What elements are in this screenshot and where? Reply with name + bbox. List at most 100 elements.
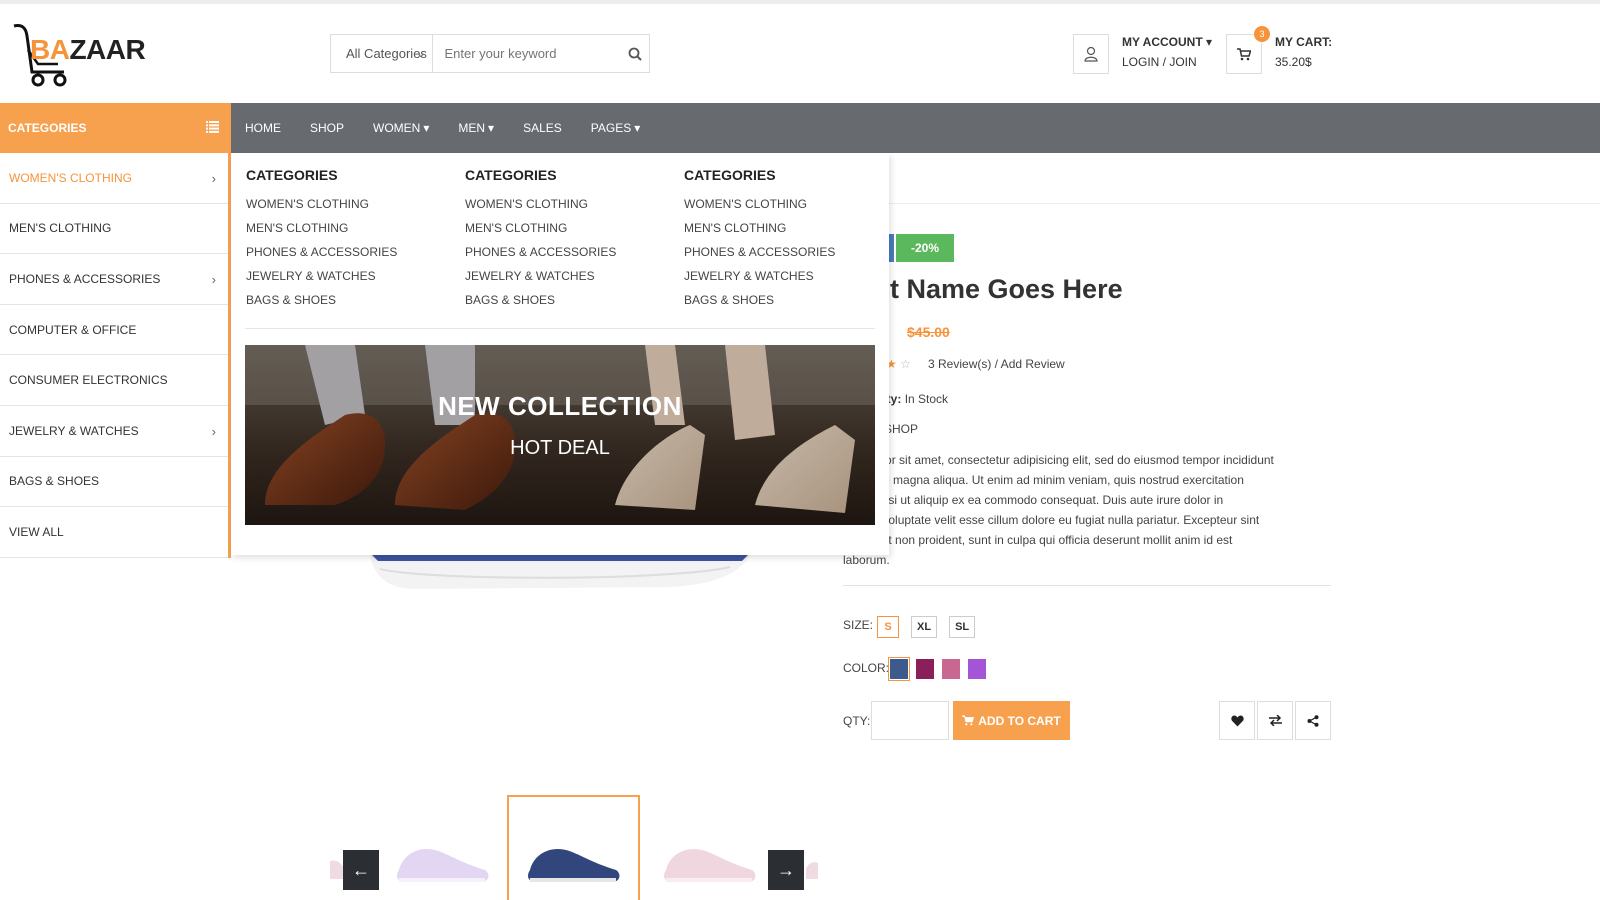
color-swatch-blue[interactable]: [888, 657, 910, 681]
size-option-sl[interactable]: SL: [949, 616, 976, 638]
color-options: [888, 657, 986, 681]
mega-menu-heading: CATEGORIES: [246, 167, 338, 183]
sidebar-item-bags-shoes[interactable]: BAGS & SHOES: [0, 457, 228, 508]
mega-menu-link[interactable]: BAGS & SHOES: [465, 293, 675, 317]
mega-menu-link[interactable]: MEN'S CLOTHING: [246, 221, 456, 245]
reviews-link[interactable]: 3 Review(s) / Add Review: [928, 357, 1065, 371]
mega-menu-column: CATEGORIES WOMEN'S CLOTHING MEN'S CLOTHI…: [246, 167, 456, 317]
nav-item-home[interactable]: HOME: [231, 121, 296, 135]
wishlist-button[interactable]: [1219, 701, 1255, 740]
nav-item-sales[interactable]: SALES: [509, 121, 577, 135]
arrow-left-icon: ←: [352, 859, 370, 880]
sidebar-item-womens-clothing[interactable]: WOMEN'S CLOTHING ›: [0, 153, 228, 204]
add-to-cart-button[interactable]: ADD TO CART: [953, 701, 1070, 740]
categories-toggle[interactable]: CATEGORIES: [0, 103, 231, 153]
mega-menu-link[interactable]: JEWELRY & WATCHES: [465, 269, 675, 293]
compare-button[interactable]: [1257, 701, 1293, 740]
divider: [245, 328, 875, 329]
account-button[interactable]: [1073, 34, 1109, 74]
top-border: [0, 0, 1600, 4]
size-option-s[interactable]: S: [877, 616, 899, 638]
mega-menu-column: CATEGORIES WOMEN'S CLOTHING MEN'S CLOTHI…: [684, 167, 894, 317]
product-thumbnail[interactable]: [660, 840, 760, 890]
mega-menu-link[interactable]: JEWELRY & WATCHES: [246, 269, 456, 293]
sidebar-item-computer-office[interactable]: COMPUTER & OFFICE: [0, 305, 228, 356]
mega-menu-link[interactable]: MEN'S CLOTHING: [465, 221, 675, 245]
divider: [843, 585, 1331, 586]
mega-menu-link[interactable]: WOMEN'S CLOTHING: [246, 197, 456, 221]
product-thumbnail[interactable]: [524, 840, 624, 890]
sidebar-item-jewelry-watches[interactable]: JEWELRY & WATCHES ›: [0, 406, 228, 457]
mega-menu-link[interactable]: BAGS & SHOES: [246, 293, 456, 317]
rating-stars: ★ ☆: [886, 357, 911, 371]
mega-menu-link[interactable]: PHONES & ACCESSORIES: [684, 245, 894, 269]
chevron-down-icon: ⌄: [416, 48, 426, 60]
mega-menu-link[interactable]: WOMEN'S CLOTHING: [465, 197, 675, 221]
mega-menu-link[interactable]: WOMEN'S CLOTHING: [684, 197, 894, 221]
chevron-right-icon: ›: [211, 272, 216, 288]
quantity-input[interactable]: [871, 701, 949, 740]
my-cart-label[interactable]: MY CART:: [1275, 35, 1332, 49]
cart-total: 35.20$: [1275, 55, 1312, 69]
thumbnail-partial: [806, 855, 818, 883]
mega-menu-link[interactable]: MEN'S CLOTHING: [684, 221, 894, 245]
banner-subtitle: HOT DEAL: [510, 437, 610, 459]
size-option-xl[interactable]: XL: [911, 616, 938, 638]
share-button[interactable]: [1295, 701, 1331, 740]
search-input[interactable]: [432, 35, 621, 72]
list-icon: [206, 121, 219, 133]
banner-title: NEW COLLECTION: [438, 391, 682, 421]
sidebar-item-view-all[interactable]: VIEW ALL: [0, 507, 228, 558]
caret-down-icon: ▾: [488, 121, 495, 135]
nav-item-men[interactable]: MEN ▾: [444, 121, 509, 135]
arrow-right-icon: →: [777, 859, 795, 880]
logo[interactable]: BAZAAR: [10, 20, 150, 90]
sidebar-item-mens-clothing[interactable]: MEN'S CLOTHING: [0, 204, 228, 255]
carousel-prev-button[interactable]: ←: [343, 850, 379, 890]
shoe-thumbnail-lavender: [397, 848, 489, 882]
cart-icon: [962, 715, 975, 726]
user-icon: [1084, 46, 1098, 62]
login-join-link[interactable]: LOGIN / JOIN: [1122, 55, 1197, 69]
mega-menu-link[interactable]: BAGS & SHOES: [684, 293, 894, 317]
mega-menu-column: CATEGORIES WOMEN'S CLOTHING MEN'S CLOTHI…: [465, 167, 675, 317]
shoes-photo: [245, 345, 875, 525]
nav-item-women[interactable]: WOMEN ▾: [359, 121, 444, 135]
product-description: sum dolor sit amet, consectetur adipisic…: [843, 453, 1274, 567]
heart-icon: [1230, 715, 1244, 726]
categories-sidebar: WOMEN'S CLOTHING › MEN'S CLOTHING PHONES …: [0, 153, 231, 558]
product-main-image[interactable]: [370, 555, 750, 595]
my-account-link[interactable]: MY ACCOUNT ▾: [1122, 35, 1212, 49]
new-collection-banner[interactable]: NEW COLLECTION HOT DEAL: [245, 345, 875, 525]
product-thumbnail[interactable]: [393, 840, 493, 890]
color-swatch-pink[interactable]: [942, 659, 960, 679]
mega-menu-heading: CATEGORIES: [684, 167, 776, 183]
nav-menu: HOME SHOP WOMEN ▾ MEN ▾ SALES PAGES ▾: [231, 103, 655, 153]
mega-menu-link[interactable]: PHONES & ACCESSORIES: [465, 245, 675, 269]
search-bar: All Categories ⌄: [330, 34, 650, 73]
sidebar-item-consumer-electronics[interactable]: CONSUMER ELECTRONICS: [0, 355, 228, 406]
caret-down-icon: ▾: [634, 121, 641, 135]
mega-menu-link[interactable]: JEWELRY & WATCHES: [684, 269, 894, 293]
search-button[interactable]: [621, 35, 650, 72]
cart-count-badge: 3: [1254, 26, 1270, 42]
product-old-price: $45.00: [907, 324, 950, 340]
mega-menu-heading: CATEGORIES: [465, 167, 557, 183]
thumbnail-partial: [330, 855, 344, 883]
nav-item-pages[interactable]: PAGES ▾: [577, 121, 656, 135]
search-category-select[interactable]: All Categories ⌄: [331, 35, 433, 72]
cart-icon: [1237, 47, 1251, 60]
color-swatch-maroon[interactable]: [916, 659, 934, 679]
mega-menu-link[interactable]: PHONES & ACCESSORIES: [246, 245, 456, 269]
chevron-right-icon: ›: [211, 423, 216, 439]
color-label: COLOR:: [843, 661, 890, 675]
size-options: S XL SL: [877, 616, 976, 638]
nav-item-shop[interactable]: SHOP: [296, 121, 359, 135]
shoe-thumbnail-pink: [664, 848, 756, 882]
chevron-right-icon: ›: [211, 171, 216, 186]
carousel-next-button[interactable]: →: [768, 850, 804, 890]
color-swatch-purple[interactable]: [968, 659, 986, 679]
sidebar-item-phones-accessories[interactable]: PHONES & ACCESSORIES ›: [0, 254, 228, 305]
star-empty-icon: ☆: [900, 357, 911, 371]
shoe-thumbnail-navy: [528, 848, 620, 882]
